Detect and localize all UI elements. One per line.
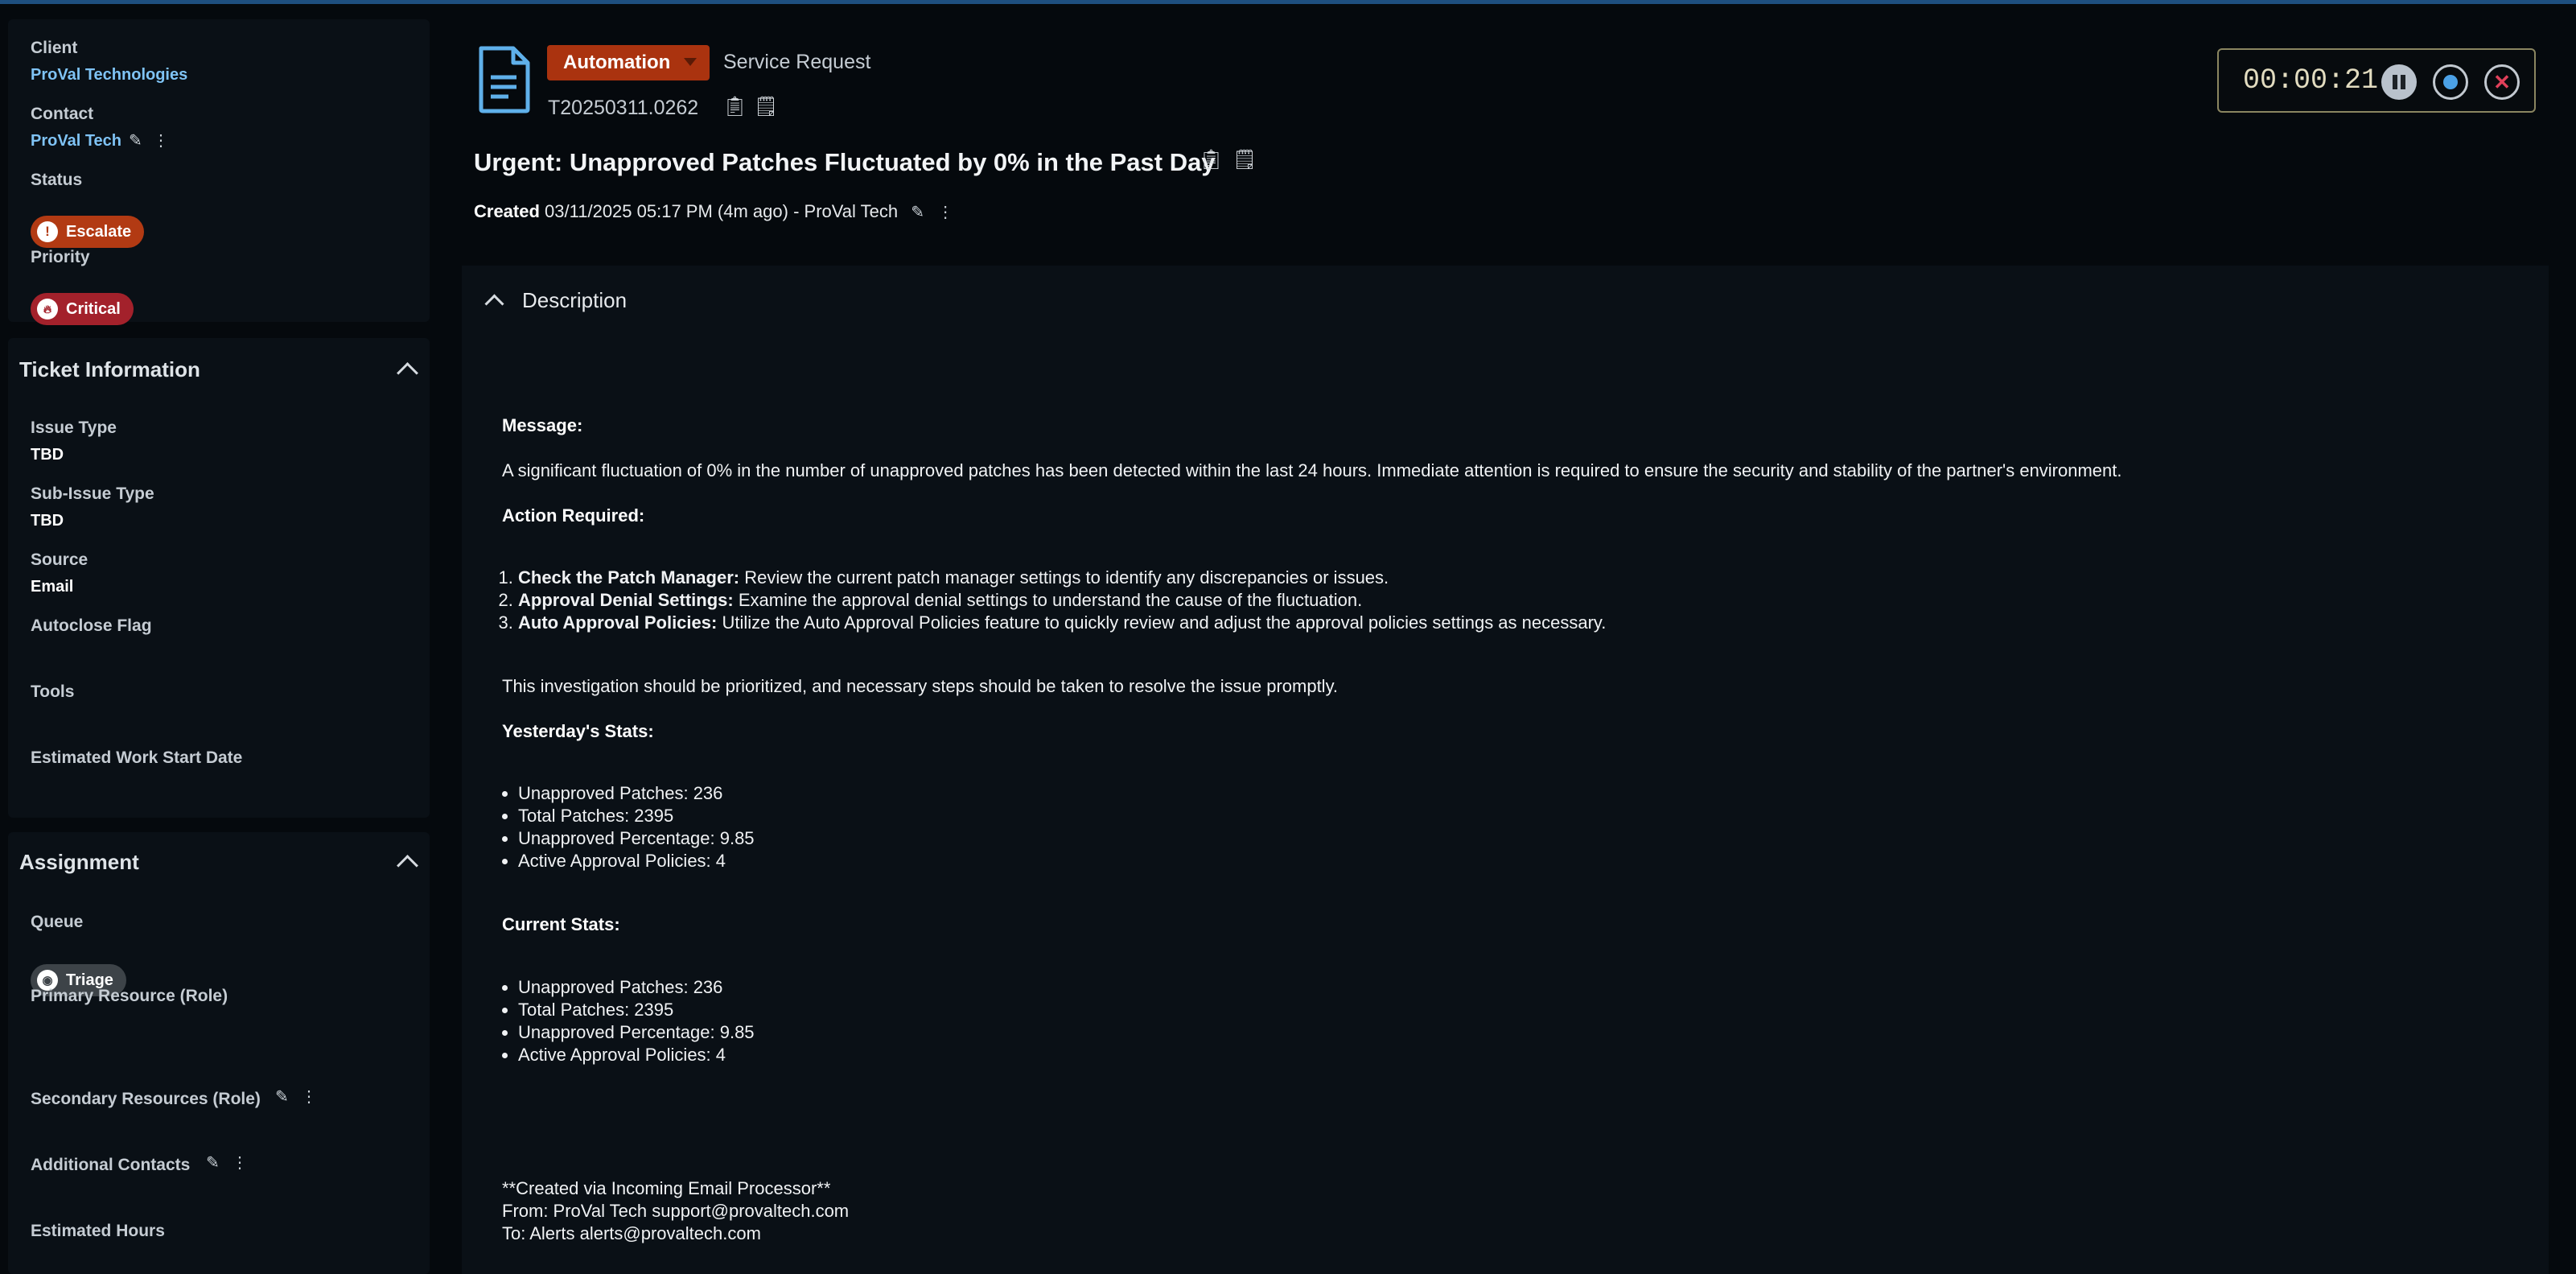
- contact-link[interactable]: ProVal Tech: [31, 132, 121, 150]
- created-info: Created 03/11/2025 05:17 PM (4m ago) - P…: [474, 201, 953, 222]
- pause-timer-button[interactable]: [2381, 64, 2417, 100]
- source-label: Source: [31, 550, 88, 569]
- ticket-type-label: Automation: [563, 52, 671, 73]
- alert-icon: !: [37, 221, 58, 242]
- priority-label: Priority: [31, 248, 90, 266]
- client-link[interactable]: ProVal Technologies: [31, 66, 187, 85]
- ticket-timer: 00:00:21 ✕: [2217, 48, 2536, 113]
- secondary-resources-more-icon[interactable]: ⋮: [301, 1086, 317, 1107]
- edit-secondary-resources-icon[interactable]: ✎: [275, 1086, 289, 1107]
- collapse-description-icon: [484, 294, 504, 314]
- secondary-resources-label: Secondary Resources (Role): [31, 1090, 261, 1108]
- document-icon: [479, 46, 530, 113]
- yesterday-stats-list: Unapproved Patches: 236 Total Patches: 2…: [462, 782, 755, 872]
- top-accent-line: [0, 0, 2576, 4]
- assignment-title: Assignment: [19, 850, 139, 874]
- contact-more-icon[interactable]: ⋮: [153, 130, 169, 150]
- message-text: A significant fluctuation of 0% in the n…: [502, 460, 2122, 480]
- issue-type-label: Issue Type: [31, 418, 117, 437]
- list-item: Total Patches: 2395: [518, 999, 755, 1021]
- priority-value: Critical: [66, 299, 121, 318]
- list-item: Total Patches: 2395: [518, 805, 755, 827]
- status-badge[interactable]: ! Escalate: [31, 216, 145, 248]
- autoclose-flag-label: Autoclose Flag: [31, 616, 152, 635]
- queue-label: Queue: [31, 913, 84, 931]
- dropdown-caret-icon: [684, 58, 697, 66]
- edit-created-icon[interactable]: ✎: [911, 204, 924, 221]
- footer-created-via: **Created via Incoming Email Processor**: [502, 1178, 831, 1198]
- primary-resource-label: Primary Resource (Role): [31, 987, 228, 1005]
- ticket-information-panel: Ticket Information Issue Type TBD Sub-Is…: [8, 338, 430, 818]
- priority-badge[interactable]: 🔥︎ Critical: [31, 293, 134, 325]
- priority-note: This investigation should be prioritized…: [502, 676, 1339, 696]
- copy-ticket-number-icon[interactable]: 📋︎: [722, 95, 747, 118]
- flame-icon: 🔥︎: [37, 299, 58, 320]
- ticket-number: T20250311.0262: [548, 97, 699, 119]
- yesterday-stats-heading: Yesterday's Stats:: [502, 721, 654, 741]
- status-value: Escalate: [66, 222, 132, 241]
- client-label: Client: [31, 39, 78, 57]
- list-item: Active Approval Policies: 4: [518, 1044, 755, 1066]
- list-item: Unapproved Patches: 236: [518, 976, 755, 999]
- service-request-label: Service Request: [723, 51, 871, 73]
- tools-label: Tools: [31, 682, 75, 701]
- sub-issue-type-label: Sub-Issue Type: [31, 484, 154, 503]
- pause-icon: [2393, 75, 2397, 89]
- created-more-icon[interactable]: ⋮: [937, 204, 953, 221]
- created-by: ProVal Tech: [804, 201, 899, 221]
- footer-to: To: Alerts alerts@provaltech.com: [502, 1223, 761, 1243]
- list-item: Approval Denial Settings: Examine the ap…: [518, 589, 1606, 612]
- sub-issue-type-value[interactable]: TBD: [31, 512, 64, 530]
- list-item: Unapproved Patches: 236: [518, 782, 755, 805]
- action-required-heading: Action Required:: [502, 505, 645, 526]
- created-label: Created: [474, 201, 540, 221]
- collapse-ticket-info-icon[interactable]: [397, 362, 418, 384]
- message-heading: Message:: [502, 415, 583, 435]
- issue-type-value[interactable]: TBD: [31, 446, 64, 464]
- ticket-information-title: Ticket Information: [19, 357, 200, 381]
- estimated-hours-label: Estimated Hours: [31, 1222, 165, 1240]
- edit-additional-contacts-icon[interactable]: ✎: [206, 1152, 220, 1173]
- ticket-type-dropdown[interactable]: Automation: [547, 45, 710, 80]
- summary-panel: Client ProVal Technologies Contact ProVa…: [8, 19, 430, 325]
- cancel-timer-button[interactable]: ✕: [2484, 64, 2520, 100]
- copy-ticket-link-icon[interactable]: 🗒︎: [754, 95, 778, 118]
- list-item: Unapproved Percentage: 9.85: [518, 827, 755, 850]
- list-item: Active Approval Policies: 4: [518, 850, 755, 872]
- additional-contacts-more-icon[interactable]: ⋮: [232, 1152, 248, 1173]
- record-icon: [2443, 75, 2458, 89]
- estimated-work-start-date-label: Estimated Work Start Date: [31, 748, 243, 767]
- edit-contact-icon[interactable]: ✎: [129, 130, 142, 150]
- close-icon: ✕: [2493, 69, 2511, 94]
- copy-title-icon[interactable]: 📋︎: [1199, 148, 1223, 171]
- current-stats-list: Unapproved Patches: 236 Total Patches: 2…: [462, 976, 755, 1066]
- list-item: Unapproved Percentage: 9.85: [518, 1021, 755, 1044]
- timer-value: 00:00:21: [2243, 64, 2379, 97]
- additional-contacts-label: Additional Contacts: [31, 1156, 191, 1174]
- created-date: 03/11/2025 05:17 PM (4m ago): [545, 201, 788, 221]
- description-header[interactable]: Description: [484, 288, 628, 314]
- status-label: Status: [31, 171, 83, 189]
- action-list: Check the Patch Manager: Review the curr…: [462, 567, 1606, 634]
- description-panel: Description Message: A significant fluct…: [462, 266, 2549, 1274]
- assignment-panel: Assignment Queue ◉ Triage Primary Resour…: [8, 832, 430, 1274]
- list-item: Check the Patch Manager: Review the curr…: [518, 567, 1606, 589]
- source-value[interactable]: Email: [31, 578, 73, 596]
- ticket-title: Urgent: Unapproved Patches Fluctuated by…: [474, 148, 1216, 176]
- footer-from: From: ProVal Tech support@provaltech.com: [502, 1201, 850, 1221]
- list-item: Auto Approval Policies: Utilize the Auto…: [518, 612, 1606, 634]
- record-time-button[interactable]: [2433, 64, 2468, 100]
- copy-title-details-icon[interactable]: 🗒︎: [1232, 148, 1257, 171]
- contact-label: Contact: [31, 105, 94, 123]
- created-separator: -: [793, 201, 800, 221]
- collapse-assignment-icon[interactable]: [397, 855, 418, 876]
- description-title: Description: [522, 288, 628, 312]
- current-stats-heading: Current Stats:: [502, 914, 620, 934]
